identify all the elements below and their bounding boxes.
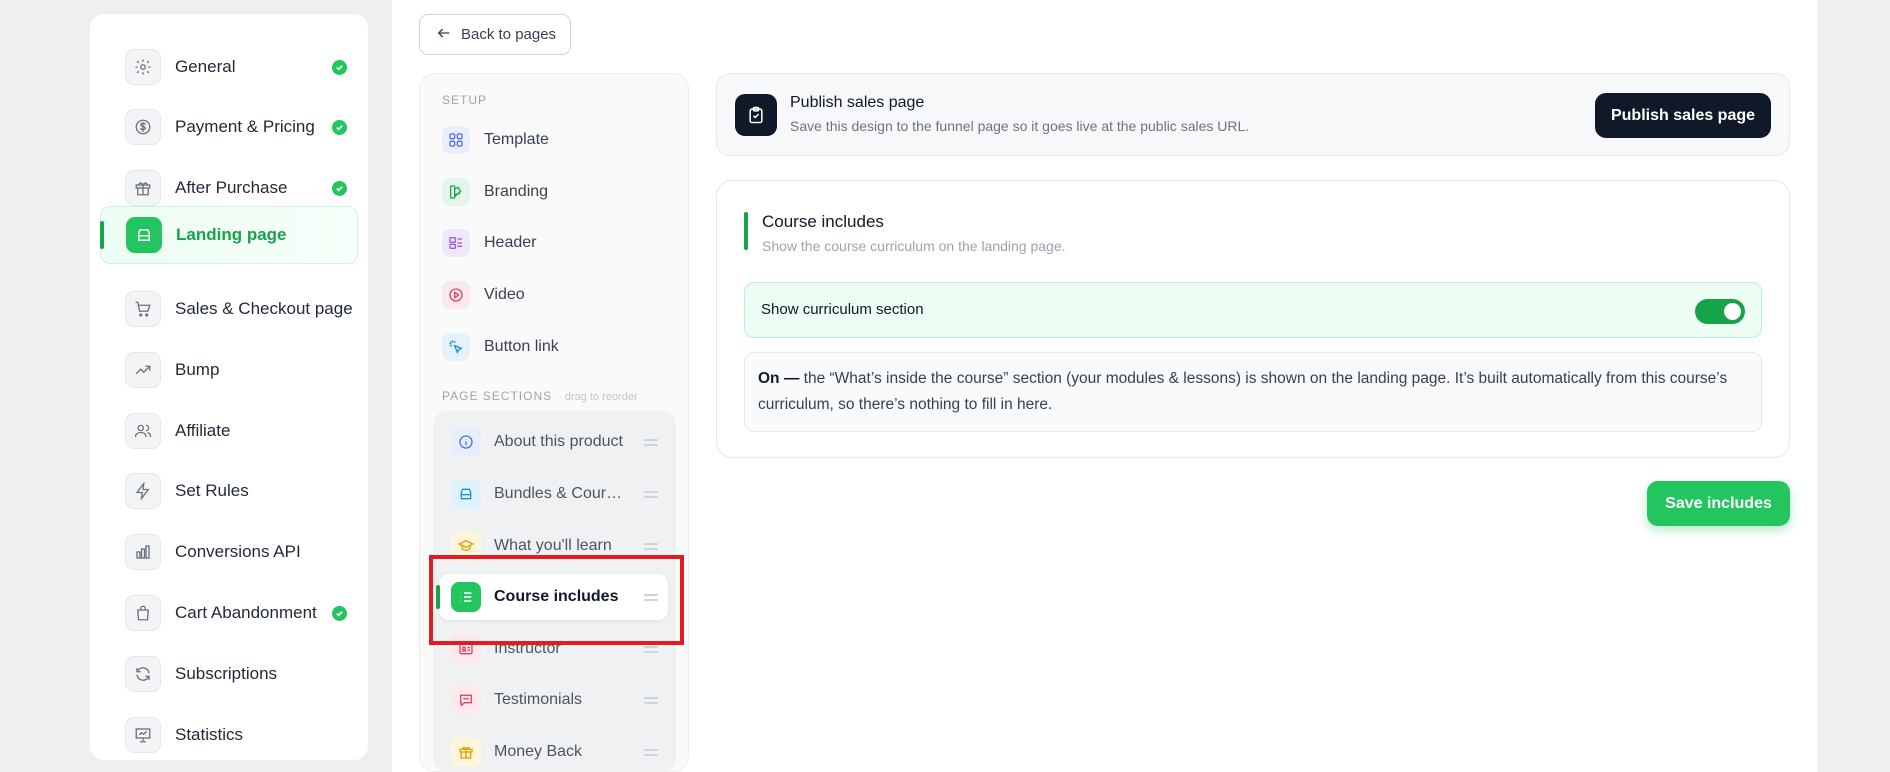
nav-item-set-rules[interactable]: Set Rules xyxy=(100,462,358,520)
save-includes-button[interactable]: Save includes xyxy=(1647,481,1790,526)
check-icon xyxy=(332,605,347,621)
page-sections-heading: PAGE SECTIONS · drag to reorder xyxy=(442,389,638,403)
toggle-label: Show curriculum section xyxy=(761,301,924,318)
check-icon xyxy=(332,180,347,196)
bar-chart-icon xyxy=(125,534,161,570)
publish-clipboard-icon xyxy=(735,94,777,136)
active-indicator xyxy=(100,221,104,249)
gear-icon xyxy=(125,49,161,85)
nav-item-label: Statistics xyxy=(175,725,244,744)
users-icon xyxy=(125,413,161,449)
section-item-label: Testimonials xyxy=(494,691,583,708)
presentation-icon xyxy=(125,717,161,753)
show-curriculum-row: Show curriculum section xyxy=(744,282,1762,338)
nav-item-affiliate[interactable]: Affiliate xyxy=(100,402,358,460)
drag-handle-icon[interactable] xyxy=(644,488,658,501)
grid-icon xyxy=(442,126,470,154)
drag-hint: · drag to reorder xyxy=(558,391,638,403)
check-icon xyxy=(332,59,347,75)
nav-item-label: After Purchase xyxy=(175,178,288,197)
setup-item-label: Template xyxy=(484,131,549,148)
check-icon xyxy=(332,119,347,135)
course-includes-card: Course includes Show the course curricul… xyxy=(716,180,1790,458)
section-item-label: Money Back xyxy=(494,743,583,760)
page-sections-heading-text: PAGE SECTIONS xyxy=(442,389,553,403)
setup-item-label: Button link xyxy=(484,338,559,355)
setup-item-header[interactable]: Header xyxy=(442,223,536,263)
publish-title: Publish sales page xyxy=(790,94,925,111)
setup-item-video[interactable]: Video xyxy=(442,275,525,315)
nav-item-statistics[interactable]: Statistics xyxy=(100,706,358,764)
section-item-label: What you'll learn xyxy=(494,537,612,554)
header-icon xyxy=(442,229,470,257)
section-item-label: About this product xyxy=(494,433,623,450)
publish-subtitle: Save this design to the funnel page so i… xyxy=(790,118,1250,134)
setup-heading: SETUP xyxy=(442,93,488,107)
curriculum-note: On — the “What’s inside the course” sect… xyxy=(744,352,1762,432)
nav-item-sales-checkout[interactable]: Sales & Checkout page xyxy=(100,280,358,338)
drag-handle-icon[interactable] xyxy=(644,540,658,553)
arrow-left-icon xyxy=(436,25,452,45)
setup-item-button-link[interactable]: Button link xyxy=(442,327,559,367)
nav-item-subscriptions[interactable]: Subscriptions xyxy=(100,645,358,703)
dollar-icon xyxy=(125,109,161,145)
publish-bar: Publish sales page Save this design to t… xyxy=(716,73,1790,156)
nav-item-label: Cart Abandonment xyxy=(175,603,317,622)
nav-item-label: Conversions API xyxy=(175,542,301,561)
settings-nav: General Payment & Pricing After Purchase… xyxy=(90,14,368,760)
nav-item-label: Set Rules xyxy=(175,481,249,500)
card-accent xyxy=(744,212,748,250)
info-icon xyxy=(451,427,481,457)
note-text: the “What’s inside the course” section (… xyxy=(758,370,1728,413)
nav-item-label: Payment & Pricing xyxy=(175,117,315,136)
back-label: Back to pages xyxy=(461,26,557,43)
nav-item-conversions-api[interactable]: Conversions API xyxy=(100,523,358,581)
nav-item-label: Affiliate xyxy=(175,421,231,440)
setup-item-label: Video xyxy=(484,286,525,303)
selection-highlight xyxy=(429,555,684,645)
nav-item-label: General xyxy=(175,57,236,76)
setup-item-template[interactable]: Template xyxy=(442,120,549,160)
click-icon xyxy=(442,333,470,361)
drag-handle-icon[interactable] xyxy=(644,746,658,759)
section-item-bundles[interactable]: Bundles & Courses xyxy=(439,471,668,517)
section-item-money-back[interactable]: Money Back xyxy=(439,729,668,772)
gift-icon xyxy=(125,170,161,206)
nav-item-label: Subscriptions xyxy=(175,664,278,683)
nav-item-payment-pricing[interactable]: Payment & Pricing xyxy=(100,98,358,156)
nav-item-label: Bump xyxy=(175,360,220,379)
trend-icon xyxy=(125,352,161,388)
refresh-icon xyxy=(125,656,161,692)
cart-icon xyxy=(125,291,161,327)
back-to-pages-button[interactable]: Back to pages xyxy=(419,14,571,55)
note-status: On — xyxy=(758,370,800,387)
publish-sales-page-button[interactable]: Publish sales page xyxy=(1595,93,1771,138)
section-item-testimonials[interactable]: Testimonials xyxy=(439,677,668,723)
box-icon xyxy=(451,479,481,509)
show-curriculum-toggle[interactable] xyxy=(1695,299,1745,324)
section-item-label: Bundles & Courses xyxy=(494,485,629,502)
chat-icon xyxy=(451,685,481,715)
play-icon xyxy=(442,281,470,309)
nav-item-cart-abandonment[interactable]: Cart Abandonment xyxy=(100,584,358,642)
card-title: Course includes xyxy=(762,212,884,231)
section-item-about[interactable]: About this product xyxy=(439,419,668,465)
bag-icon xyxy=(125,595,161,631)
gift-icon xyxy=(451,737,481,767)
layout-icon xyxy=(126,217,162,253)
setup-item-branding[interactable]: Branding xyxy=(442,172,548,212)
nav-item-bump[interactable]: Bump xyxy=(100,341,358,399)
nav-item-general[interactable]: General xyxy=(100,38,358,96)
toggle-knob xyxy=(1724,303,1741,320)
nav-item-label: Landing page xyxy=(176,225,287,244)
drag-handle-icon[interactable] xyxy=(644,694,658,707)
bolt-icon xyxy=(125,473,161,509)
nav-item-landing-page[interactable]: Landing page xyxy=(100,206,358,264)
card-subtitle: Show the course curriculum on the landin… xyxy=(762,238,1066,254)
nav-item-label: Sales & Checkout page xyxy=(175,299,353,318)
setup-item-label: Header xyxy=(484,234,537,251)
palette-icon xyxy=(442,178,470,206)
drag-handle-icon[interactable] xyxy=(644,436,658,449)
setup-item-label: Branding xyxy=(484,183,549,200)
